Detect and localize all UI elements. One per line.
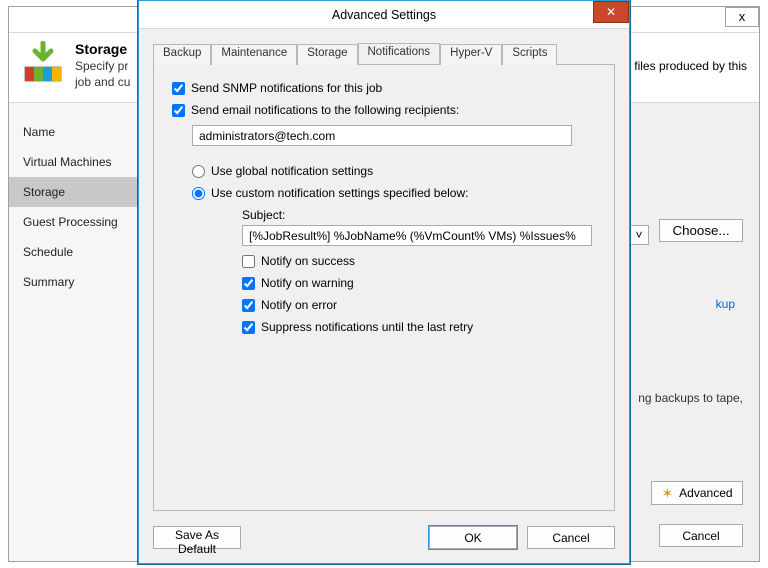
notify-warning-label: Notify on warning — [261, 276, 354, 290]
wizard-subtitle: Specify pr — [75, 59, 130, 73]
recipients-input[interactable] — [192, 125, 572, 146]
choose-button[interactable]: Choose... — [659, 219, 743, 242]
save-as-default-button[interactable]: Save As Default — [153, 526, 241, 549]
link-fragment[interactable]: kup — [716, 297, 735, 311]
email-label: Send email notifications to the followin… — [191, 103, 459, 117]
notify-success-checkbox[interactable] — [242, 255, 255, 268]
email-checkbox[interactable] — [172, 104, 185, 117]
dialog-title: Advanced Settings — [332, 8, 436, 22]
tab-panel-notifications: Send SNMP notifications for this job Sen… — [153, 65, 615, 511]
wizard-subtitle2: job and cu — [75, 75, 130, 89]
wizard-close-button[interactable]: x — [725, 7, 759, 27]
advanced-settings-dialog: Advanced Settings ✕ Backup Maintenance S… — [138, 0, 630, 564]
suppress-label: Suppress notifications until the last re… — [261, 320, 473, 334]
tab-hyperv[interactable]: Hyper-V — [440, 44, 502, 65]
ok-button[interactable]: OK — [429, 526, 517, 549]
notify-error-label: Notify on error — [261, 298, 337, 312]
advanced-button[interactable]: ✶ Advanced — [651, 481, 743, 505]
custom-settings-label: Use custom notification settings specifi… — [211, 186, 468, 200]
cancel-button[interactable]: Cancel — [527, 526, 615, 549]
global-settings-radio[interactable] — [192, 165, 205, 178]
notify-success-label: Notify on success — [261, 254, 355, 268]
wizard-title: Storage — [75, 41, 130, 57]
dialog-titlebar: Advanced Settings ✕ — [139, 1, 629, 29]
notify-error-checkbox[interactable] — [242, 299, 255, 312]
tab-strip: Backup Maintenance Storage Notifications… — [153, 43, 615, 65]
tape-text-fragment: ng backups to tape, — [638, 391, 743, 405]
tab-scripts[interactable]: Scripts — [502, 44, 557, 65]
wizard-cancel-button[interactable]: Cancel — [659, 524, 743, 547]
subject-label: Subject: — [172, 208, 596, 222]
tab-notifications[interactable]: Notifications — [358, 43, 441, 64]
global-settings-label: Use global notification settings — [211, 164, 373, 178]
subject-input[interactable] — [242, 225, 592, 246]
tab-storage[interactable]: Storage — [297, 44, 357, 65]
gear-icon: ✶ — [661, 485, 673, 502]
storage-icon — [21, 41, 65, 85]
close-icon: ✕ — [606, 5, 616, 19]
notify-warning-checkbox[interactable] — [242, 277, 255, 290]
snmp-label: Send SNMP notifications for this job — [191, 81, 382, 95]
dropdown-toggle[interactable]: ˅ — [629, 225, 649, 245]
custom-settings-radio[interactable] — [192, 187, 205, 200]
tab-maintenance[interactable]: Maintenance — [211, 44, 297, 65]
dialog-close-button[interactable]: ✕ — [593, 1, 629, 23]
suppress-checkbox[interactable] — [242, 321, 255, 334]
advanced-label: Advanced — [679, 486, 732, 500]
tab-backup[interactable]: Backup — [153, 44, 211, 65]
wizard-subtitle-tail: files produced by this — [634, 41, 747, 96]
snmp-checkbox[interactable] — [172, 82, 185, 95]
